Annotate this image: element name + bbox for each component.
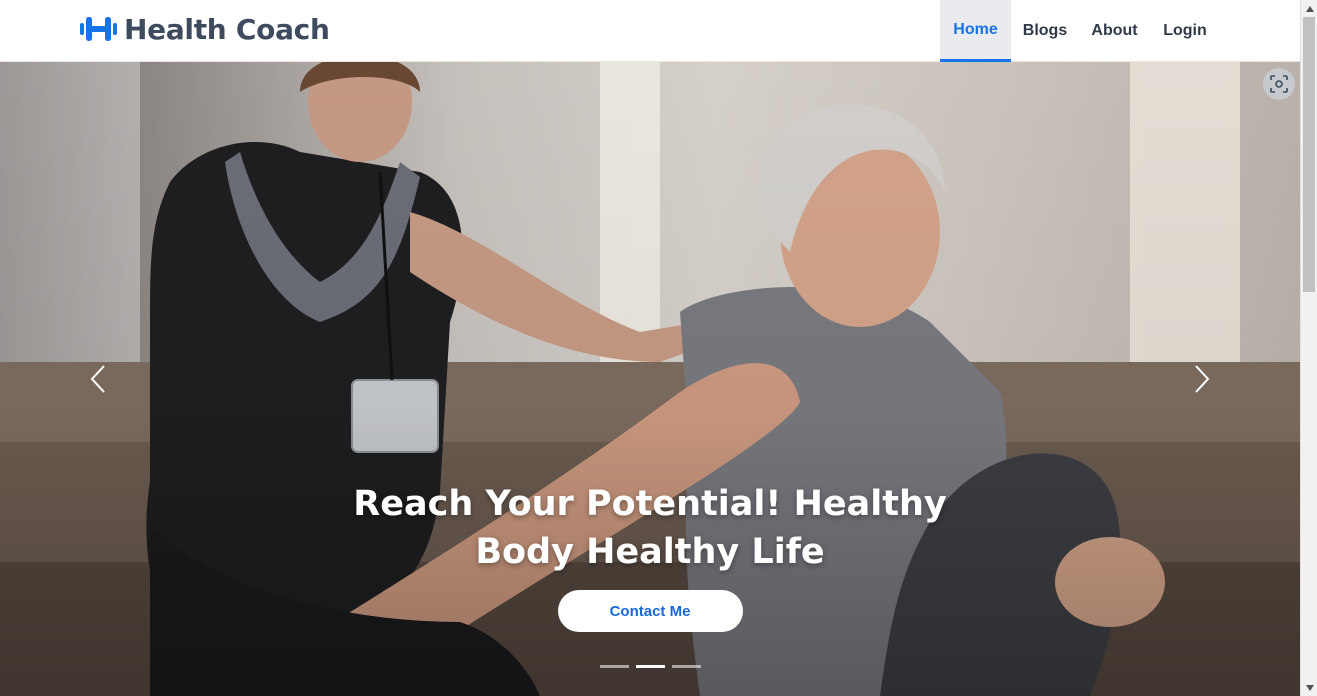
carousel-indicators: [600, 665, 701, 668]
brand-name: Health Coach: [124, 12, 330, 46]
hero-caption: Reach Your Potential! Healthy Body Healt…: [340, 480, 960, 632]
carousel-indicator-3[interactable]: [672, 665, 701, 668]
nav-item-blogs[interactable]: Blogs: [1011, 0, 1079, 62]
scroll-up-icon: [1305, 5, 1314, 12]
contact-me-button[interactable]: Contact Me: [557, 590, 743, 632]
nav-item-home[interactable]: Home: [940, 0, 1011, 62]
dumbbell-icon: [80, 17, 117, 41]
screenshot-scan-button[interactable]: [1263, 68, 1295, 100]
scroll-down-button[interactable]: [1301, 679, 1317, 696]
carousel-prev-button[interactable]: [86, 362, 110, 396]
scroll-up-button[interactable]: [1301, 0, 1317, 17]
scroll-down-icon: [1305, 684, 1314, 691]
hero-carousel: Reach Your Potential! Healthy Body Healt…: [0, 62, 1300, 696]
screenshot-scan-icon: [1270, 75, 1288, 93]
nav-menu: Home Blogs About Login: [940, 0, 1220, 62]
nav-item-login[interactable]: Login: [1150, 0, 1220, 62]
carousel-indicator-1[interactable]: [600, 665, 629, 668]
scrollbar-thumb[interactable]: [1303, 17, 1315, 292]
carousel-next-button[interactable]: [1190, 362, 1214, 396]
hero-title: Reach Your Potential! Healthy Body Healt…: [353, 484, 947, 572]
chevron-right-icon: [1195, 365, 1210, 393]
navbar: Health Coach Home Blogs About Login: [0, 0, 1300, 62]
chevron-left-icon: [90, 365, 105, 393]
brand-logo-link[interactable]: Health Coach: [80, 12, 330, 46]
nav-item-about[interactable]: About: [1079, 0, 1150, 62]
page-scrollbar[interactable]: [1300, 0, 1317, 696]
carousel-indicator-2[interactable]: [636, 665, 665, 668]
